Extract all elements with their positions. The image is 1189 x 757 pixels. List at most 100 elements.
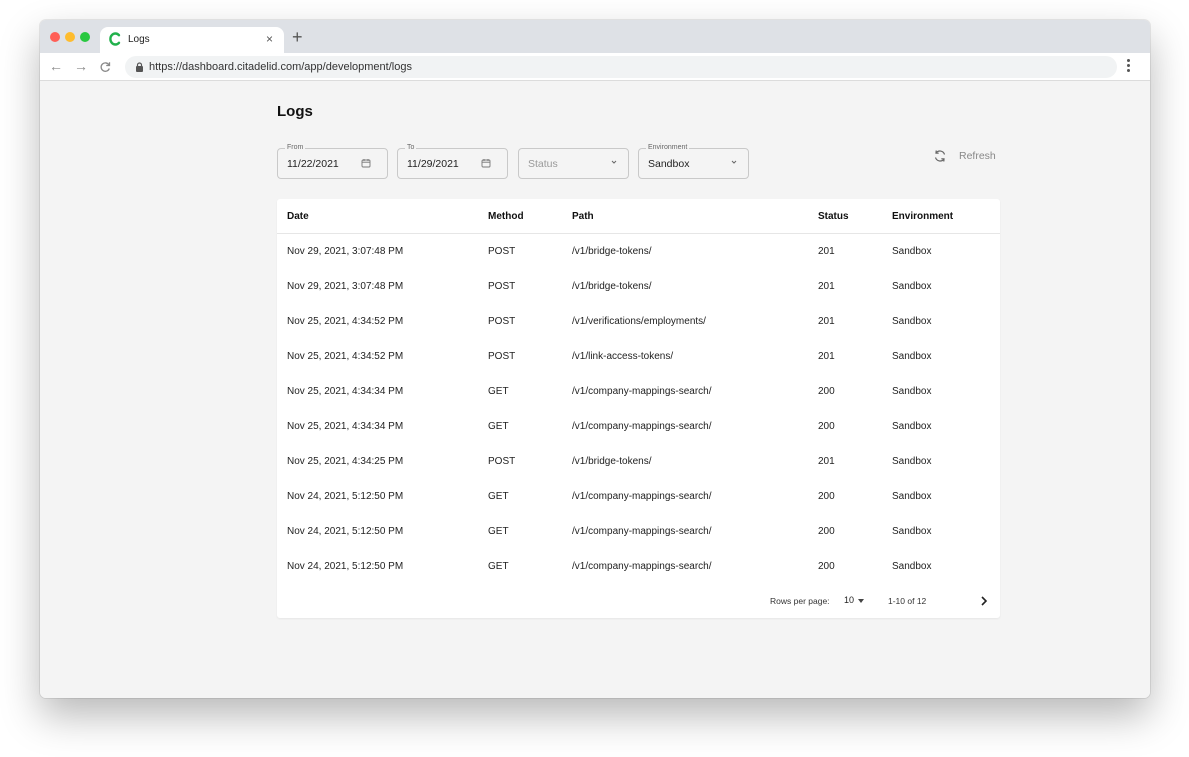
tab-bar: Logs × + xyxy=(40,20,1150,53)
cell-date: Nov 25, 2021, 4:34:52 PM xyxy=(287,316,404,327)
table-row[interactable]: Nov 25, 2021, 4:34:34 PM GET /v1/company… xyxy=(277,409,1000,444)
cell-status: 200 xyxy=(818,526,835,537)
cell-method: POST xyxy=(488,456,516,467)
cell-path: /v1/company-mappings-search/ xyxy=(572,526,712,537)
table-row[interactable]: Nov 24, 2021, 5:12:50 PM GET /v1/company… xyxy=(277,479,1000,514)
page-title: Logs xyxy=(277,103,313,120)
cell-path: /v1/company-mappings-search/ xyxy=(572,491,712,502)
cell-status: 201 xyxy=(818,281,835,292)
page-content: Logs From 11/22/2021 To 11/29/2021 Statu… xyxy=(40,82,1150,698)
cell-path: /v1/bridge-tokens/ xyxy=(572,246,652,257)
cell-environment: Sandbox xyxy=(892,316,932,327)
cell-environment: Sandbox xyxy=(892,526,932,537)
forward-arrow-icon[interactable]: → xyxy=(74,58,88,74)
cell-path: /v1/company-mappings-search/ xyxy=(572,421,712,432)
citadel-logo-icon xyxy=(109,32,121,46)
caret-down-icon[interactable] xyxy=(858,599,864,603)
to-date-legend: To xyxy=(405,143,417,153)
to-date-value: 11/29/2021 xyxy=(407,158,459,170)
refresh-label: Refresh xyxy=(959,150,996,162)
from-date-value: 11/22/2021 xyxy=(287,158,339,170)
cell-environment: Sandbox xyxy=(892,386,932,397)
cell-method: POST xyxy=(488,281,516,292)
calendar-icon[interactable] xyxy=(361,158,371,168)
cell-status: 200 xyxy=(818,561,835,572)
cell-status: 200 xyxy=(818,491,835,502)
column-header-path[interactable]: Path xyxy=(572,211,594,222)
lock-icon xyxy=(136,62,143,72)
minimize-window-button[interactable] xyxy=(65,32,75,42)
cell-environment: Sandbox xyxy=(892,421,932,432)
cell-status: 201 xyxy=(818,351,835,362)
cell-method: GET xyxy=(488,421,509,432)
table-row[interactable]: Nov 24, 2021, 5:12:50 PM GET /v1/company… xyxy=(277,549,1000,584)
cell-status: 200 xyxy=(818,421,835,432)
next-page-icon[interactable] xyxy=(980,596,988,606)
table-row[interactable]: Nov 25, 2021, 4:34:52 PM POST /v1/verifi… xyxy=(277,304,1000,339)
calendar-icon[interactable] xyxy=(481,158,491,168)
cell-status: 201 xyxy=(818,246,835,257)
cell-method: POST xyxy=(488,316,516,327)
cell-method: POST xyxy=(488,351,516,362)
cell-method: POST xyxy=(488,246,516,257)
pagination-range: 1-10 of 12 xyxy=(888,596,927,606)
column-header-method[interactable]: Method xyxy=(488,211,524,222)
cell-environment: Sandbox xyxy=(892,456,932,467)
tab-close-icon[interactable]: × xyxy=(266,32,273,46)
column-header-status[interactable]: Status xyxy=(818,211,849,222)
cell-environment: Sandbox xyxy=(892,281,932,292)
close-window-button[interactable] xyxy=(50,32,60,42)
cell-path: /v1/bridge-tokens/ xyxy=(572,456,652,467)
rows-per-page-select[interactable]: 10 xyxy=(844,595,854,605)
cell-date: Nov 24, 2021, 5:12:50 PM xyxy=(287,561,404,572)
cell-environment: Sandbox xyxy=(892,491,932,502)
status-placeholder: Status xyxy=(528,158,558,170)
address-bar[interactable]: https://dashboard.citadelid.com/app/deve… xyxy=(125,56,1117,78)
cell-environment: Sandbox xyxy=(892,246,932,257)
environment-legend: Environment xyxy=(646,143,690,153)
table-row[interactable]: Nov 25, 2021, 4:34:34 PM GET /v1/company… xyxy=(277,374,1000,409)
column-header-date[interactable]: Date xyxy=(287,211,309,222)
table-row[interactable]: Nov 24, 2021, 5:12:50 PM GET /v1/company… xyxy=(277,514,1000,549)
cell-path: /v1/company-mappings-search/ xyxy=(572,561,712,572)
cell-method: GET xyxy=(488,526,509,537)
table-row[interactable]: Nov 25, 2021, 4:34:52 PM POST /v1/link-a… xyxy=(277,339,1000,374)
browser-tab[interactable]: Logs × xyxy=(100,27,284,53)
cell-method: GET xyxy=(488,491,509,502)
cell-date: Nov 29, 2021, 3:07:48 PM xyxy=(287,281,404,292)
cell-method: GET xyxy=(488,386,509,397)
back-arrow-icon[interactable]: ← xyxy=(49,58,63,74)
pagination: Rows per page: 10 1-10 of 12 xyxy=(277,588,1000,608)
new-tab-button[interactable]: + xyxy=(292,28,303,46)
cell-status: 201 xyxy=(818,316,835,327)
tab-title: Logs xyxy=(128,34,150,45)
cell-method: GET xyxy=(488,561,509,572)
table-row[interactable]: Nov 25, 2021, 4:34:25 PM POST /v1/bridge… xyxy=(277,444,1000,479)
from-date-field[interactable]: From 11/22/2021 xyxy=(277,143,388,179)
reload-icon[interactable] xyxy=(99,61,111,73)
environment-select[interactable]: Environment Sandbox xyxy=(638,143,749,179)
url-text[interactable]: https://dashboard.citadelid.com/app/deve… xyxy=(149,61,412,73)
table-row[interactable]: Nov 29, 2021, 3:07:48 PM POST /v1/bridge… xyxy=(277,269,1000,304)
cell-environment: Sandbox xyxy=(892,351,932,362)
table-row[interactable]: Nov 29, 2021, 3:07:48 PM POST /v1/bridge… xyxy=(277,234,1000,269)
column-header-environment[interactable]: Environment xyxy=(892,211,953,222)
cell-path: /v1/link-access-tokens/ xyxy=(572,351,674,362)
rows-per-page-label: Rows per page: xyxy=(770,596,830,606)
cell-status: 200 xyxy=(818,386,835,397)
cell-date: Nov 24, 2021, 5:12:50 PM xyxy=(287,491,404,502)
logs-table: Date Method Path Status Environment Nov … xyxy=(277,199,1000,618)
cell-date: Nov 25, 2021, 4:34:52 PM xyxy=(287,351,404,362)
environment-value: Sandbox xyxy=(648,158,690,170)
cell-path: /v1/verifications/employments/ xyxy=(572,316,706,327)
cell-date: Nov 25, 2021, 4:34:34 PM xyxy=(287,421,404,432)
cell-date: Nov 25, 2021, 4:34:25 PM xyxy=(287,456,404,467)
cell-environment: Sandbox xyxy=(892,561,932,572)
to-date-field[interactable]: To 11/29/2021 xyxy=(397,143,508,179)
browser-menu-icon[interactable] xyxy=(1127,59,1131,73)
zoom-window-button[interactable] xyxy=(80,32,90,42)
status-select[interactable]: Status xyxy=(518,148,629,179)
cell-date: Nov 24, 2021, 5:12:50 PM xyxy=(287,526,404,537)
browser-window: Logs × + ← → https://dashboard.citadelid… xyxy=(40,20,1150,698)
cell-status: 201 xyxy=(818,456,835,467)
